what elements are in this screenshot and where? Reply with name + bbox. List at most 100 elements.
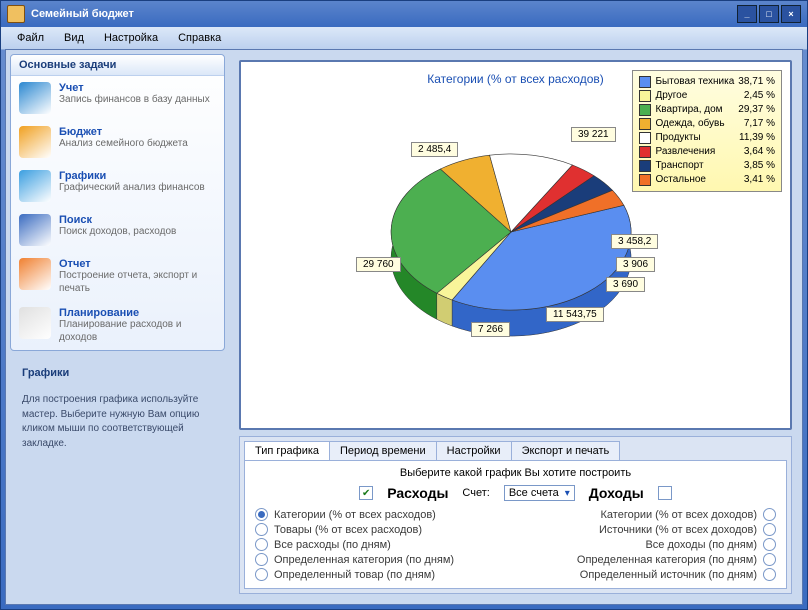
legend-swatch [639, 132, 651, 144]
sidebar-task-3[interactable]: ПоискПоиск доходов, расходов [11, 208, 224, 252]
income-checkbox[interactable] [658, 486, 672, 500]
legend-swatch [639, 104, 651, 116]
income-label: Доходы [589, 485, 644, 501]
task-icon [19, 258, 51, 290]
radio-icon [763, 568, 776, 581]
radio-icon [763, 538, 776, 551]
dropdown-icon: ▾ [565, 488, 570, 499]
legend-row: Остальное3,41 % [639, 173, 775, 187]
legend-swatch [639, 146, 651, 158]
tab-1[interactable]: Период времени [329, 441, 437, 460]
pie-data-label: 3 690 [606, 277, 645, 292]
app-icon [7, 5, 25, 23]
legend-percent: 3,85 % [744, 159, 775, 173]
task-desc: Анализ семейного бюджета [59, 138, 188, 151]
legend-name: Транспорт [655, 159, 739, 173]
legend-swatch [639, 160, 651, 172]
menu-settings[interactable]: Настройка [94, 29, 168, 47]
pie-data-label: 7 266 [471, 322, 510, 337]
expense-options: Категории (% от всех расходов) Товары (% … [255, 507, 501, 582]
main-area: Категории (% от всех расходов) Бытовая т… [229, 50, 802, 604]
legend-name: Квартира, дом [655, 103, 734, 117]
radio-icon [763, 553, 776, 566]
tasks-panel: Основные задачи УчетЗапись финансов в ба… [10, 54, 225, 351]
expense-option[interactable]: Все расходы (по дням) [255, 537, 501, 552]
legend-row: Другое2,45 % [639, 89, 775, 103]
legend-name: Одежда, обувь [655, 117, 739, 131]
option-label: Товары (% от всех расходов) [274, 524, 422, 536]
builder-prompt: Выберите какой график Вы хотите построит… [255, 467, 776, 479]
task-desc: Поиск доходов, расходов [59, 226, 176, 239]
option-label: Определенный товар (по дням) [274, 569, 435, 581]
sidebar-task-4[interactable]: ОтчетПостроение отчета, экспорт и печать [11, 252, 224, 301]
legend-percent: 3,41 % [744, 173, 775, 187]
pie-data-label: 39 221 [571, 127, 616, 142]
legend-percent: 2,45 % [744, 89, 775, 103]
menu-file[interactable]: Файл [7, 29, 54, 47]
lower-panel: Тип графикаПериод времениНастройкиЭкспор… [239, 436, 792, 594]
tab-3[interactable]: Экспорт и печать [511, 441, 621, 460]
minimize-button[interactable]: _ [737, 5, 757, 23]
expense-option[interactable]: Определенная категория (по дням) [255, 552, 501, 567]
task-icon [19, 82, 51, 114]
radio-icon [255, 508, 268, 521]
close-button[interactable]: × [781, 5, 801, 23]
pie-chart [381, 132, 641, 362]
client-area: Основные задачи УчетЗапись финансов в ба… [5, 49, 803, 605]
radio-icon [255, 538, 268, 551]
account-select[interactable]: Все счета ▾ [504, 485, 575, 501]
account-label: Счет: [462, 487, 489, 499]
legend-swatch [639, 118, 651, 130]
option-label: Определенная категория (по дням) [577, 554, 757, 566]
task-desc: Графический анализ финансов [59, 182, 205, 195]
task-title: Планирование [59, 307, 216, 319]
radio-icon [255, 553, 268, 566]
legend-percent: 29,37 % [738, 103, 775, 117]
sidebar-task-2[interactable]: ГрафикиГрафический анализ финансов [11, 164, 224, 208]
tab-2[interactable]: Настройки [436, 441, 512, 460]
legend-name: Продукты [655, 131, 735, 145]
legend-percent: 38,71 % [738, 75, 775, 89]
sidebar-task-1[interactable]: БюджетАнализ семейного бюджета [11, 120, 224, 164]
maximize-button[interactable]: □ [759, 5, 779, 23]
legend-swatch [639, 76, 651, 88]
legend-name: Развлечения [655, 145, 739, 159]
tab-0[interactable]: Тип графика [244, 441, 330, 460]
radio-icon [255, 568, 268, 581]
tabstrip: Тип графикаПериод времениНастройкиЭкспор… [240, 437, 791, 460]
option-label: Все расходы (по дням) [274, 539, 391, 551]
help-title: Графики [22, 367, 213, 379]
window-title: Семейный бюджет [31, 8, 134, 20]
expenses-checkbox[interactable]: ✔ [359, 486, 373, 500]
expense-option[interactable]: Определенный товар (по дням) [255, 567, 501, 582]
pie-data-label: 29 760 [356, 257, 401, 272]
expenses-label: Расходы [387, 485, 448, 501]
expense-option[interactable]: Категории (% от всех расходов) [255, 507, 501, 522]
sidebar-task-5[interactable]: ПланированиеПланирование расходов и дохо… [11, 301, 224, 350]
pie-data-label: 11 543,75 [546, 307, 604, 322]
legend-swatch [639, 90, 651, 102]
income-option[interactable]: Все доходы (по дням) [531, 537, 777, 552]
income-options: Категории (% от всех доходов)Источники (… [531, 507, 777, 582]
expense-option[interactable]: Товары (% от всех расходов) [255, 522, 501, 537]
option-label: Категории (% от всех расходов) [274, 509, 436, 521]
account-value: Все счета [509, 487, 559, 499]
income-option[interactable]: Определенный источник (по дням) [531, 567, 777, 582]
income-option[interactable]: Определенная категория (по дням) [531, 552, 777, 567]
menu-help[interactable]: Справка [168, 29, 231, 47]
task-icon [19, 126, 51, 158]
income-option[interactable]: Источники (% от всех доходов) [531, 522, 777, 537]
legend-percent: 11,39 % [739, 131, 775, 145]
task-desc: Построение отчета, экспорт и печать [59, 270, 216, 295]
option-label: Все доходы (по дням) [645, 539, 757, 551]
task-title: Отчет [59, 258, 216, 270]
help-text: Для построения графика используйте масте… [22, 393, 213, 451]
task-desc: Планирование расходов и доходов [59, 319, 216, 344]
legend-row: Продукты 11,39 % [639, 131, 775, 145]
income-option[interactable]: Категории (% от всех доходов) [531, 507, 777, 522]
task-title: Графики [59, 170, 205, 182]
legend-row: Транспорт 3,85 % [639, 159, 775, 173]
sidebar: Основные задачи УчетЗапись финансов в ба… [6, 50, 229, 604]
menu-view[interactable]: Вид [54, 29, 94, 47]
sidebar-task-0[interactable]: УчетЗапись финансов в базу данных [11, 76, 224, 120]
